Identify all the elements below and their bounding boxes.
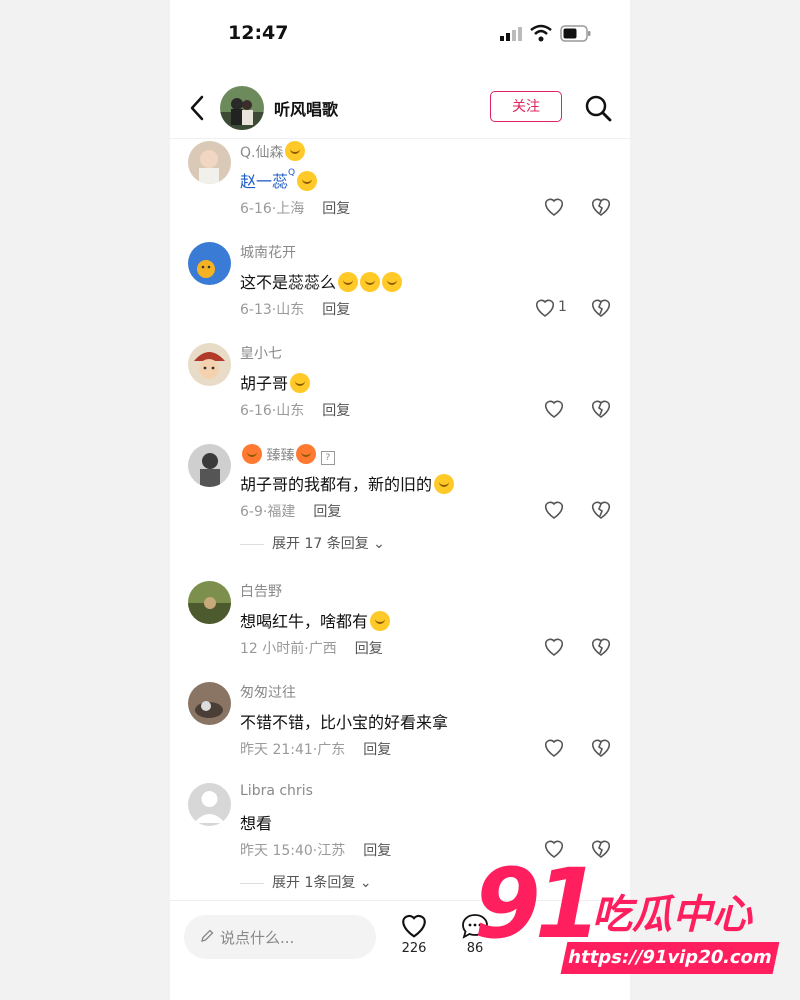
comment-text: 赵一蕊 bbox=[240, 172, 289, 191]
watermark-url: https://91vip20.com bbox=[560, 942, 780, 974]
comment-text: 想喝红牛，啥都有 bbox=[240, 612, 369, 631]
comment-list: Q.仙森 赵一蕊Q 6-16·上海 回复 城南花开 这不是蕊蕊么 6-13·山东回… bbox=[170, 138, 630, 900]
comment-input[interactable]: 说点什么... bbox=[184, 915, 376, 959]
emoji-icon bbox=[370, 611, 391, 631]
comment-date: 6-13 bbox=[240, 302, 272, 318]
comment-date: 12 小时前 bbox=[240, 641, 305, 657]
reply-button[interactable]: 回复 bbox=[322, 403, 350, 419]
heart-icon[interactable] bbox=[543, 738, 565, 758]
status-bar: 12:47 bbox=[170, 0, 630, 70]
emoji-icon bbox=[285, 141, 306, 161]
comment-date: 昨天 21:41 bbox=[240, 742, 313, 758]
comment-location: 江苏 bbox=[317, 843, 346, 859]
comment-location: 山东 bbox=[276, 302, 305, 318]
badge-icon: ? bbox=[320, 451, 335, 465]
like-button[interactable]: 226 bbox=[392, 913, 436, 956]
author-avatar[interactable] bbox=[220, 86, 264, 130]
avatar[interactable] bbox=[188, 783, 231, 826]
wifi-icon bbox=[530, 24, 552, 42]
watermark-title: 吃瓜中心 bbox=[592, 892, 752, 938]
status-time: 12:47 bbox=[228, 22, 289, 44]
broken-heart-icon[interactable] bbox=[590, 197, 612, 217]
comment-username[interactable]: Q.仙森 bbox=[240, 145, 283, 161]
broken-heart-icon[interactable] bbox=[590, 500, 612, 520]
watermark-logo: 91 bbox=[474, 848, 602, 960]
avatar[interactable] bbox=[188, 682, 231, 725]
chevron-down-icon: ⌄ bbox=[359, 875, 372, 891]
emoji-icon bbox=[338, 272, 359, 292]
heart-icon bbox=[402, 914, 426, 938]
reply-button[interactable]: 回复 bbox=[322, 302, 350, 318]
comment-username[interactable]: 臻臻 bbox=[266, 448, 294, 464]
like-count: 1 bbox=[558, 299, 567, 315]
profile-header: 听风唱歌 关注 bbox=[170, 80, 630, 139]
expand-replies-button[interactable]: 展开 17 条回复 ⌄ bbox=[240, 533, 385, 553]
heart-icon[interactable] bbox=[543, 197, 565, 217]
avatar[interactable] bbox=[188, 343, 231, 386]
broken-heart-icon[interactable] bbox=[590, 637, 612, 657]
author-name[interactable]: 听风唱歌 bbox=[274, 96, 338, 120]
heart-icon[interactable] bbox=[543, 637, 565, 657]
emoji-icon bbox=[360, 272, 381, 292]
site-watermark: 91 吃瓜中心 https://91vip20.com bbox=[474, 856, 786, 986]
comment-text: 胡子哥的我都有，新的旧的 bbox=[240, 475, 433, 494]
comment-username[interactable]: 白告野 bbox=[240, 581, 282, 601]
broken-heart-icon[interactable] bbox=[590, 399, 612, 419]
avatar[interactable] bbox=[188, 242, 231, 285]
heart-icon[interactable] bbox=[543, 500, 565, 520]
comment-username[interactable]: 皇小七 bbox=[240, 343, 282, 363]
comment-text: 想看 bbox=[240, 814, 273, 833]
battery-icon bbox=[560, 25, 591, 42]
emoji-icon bbox=[382, 272, 403, 292]
reply-button[interactable]: 回复 bbox=[363, 843, 391, 859]
comment-date: 6-16 bbox=[240, 201, 272, 217]
angry-emoji-icon bbox=[242, 444, 262, 464]
comment-text: 不错不错，比小宝的好看来拿 bbox=[240, 713, 449, 732]
comment-date: 昨天 15:40 bbox=[240, 843, 313, 859]
avatar[interactable] bbox=[188, 444, 231, 487]
pen-icon bbox=[201, 929, 214, 942]
reply-button[interactable]: 回复 bbox=[355, 641, 383, 657]
follow-button[interactable]: 关注 bbox=[490, 91, 562, 122]
broken-heart-icon[interactable] bbox=[590, 738, 612, 758]
comment-username[interactable]: 城南花开 bbox=[240, 242, 296, 262]
comment-username[interactable]: Libra chris bbox=[240, 783, 313, 799]
back-icon[interactable] bbox=[188, 94, 208, 122]
emoji-icon bbox=[297, 171, 318, 191]
reply-button[interactable]: 回复 bbox=[313, 504, 341, 520]
comment-location: 广东 bbox=[317, 742, 346, 758]
comment-location: 福建 bbox=[267, 504, 296, 520]
comment-location: 广西 bbox=[308, 641, 337, 657]
comment-username[interactable]: 匆匆过往 bbox=[240, 682, 296, 702]
input-placeholder: 说点什么... bbox=[220, 929, 295, 947]
comment-date: 6-16 bbox=[240, 403, 272, 419]
broken-heart-icon[interactable] bbox=[590, 298, 612, 318]
comment-text: 胡子哥 bbox=[240, 374, 289, 393]
emoji-icon bbox=[434, 474, 455, 494]
search-link-icon[interactable]: Q bbox=[288, 168, 295, 178]
heart-icon[interactable] bbox=[543, 399, 565, 419]
avatar[interactable] bbox=[188, 581, 231, 624]
avatar[interactable] bbox=[188, 141, 231, 184]
angry-emoji-icon bbox=[296, 444, 317, 464]
heart-icon[interactable] bbox=[534, 298, 556, 318]
search-icon[interactable] bbox=[584, 94, 612, 122]
signal-icon bbox=[500, 27, 522, 41]
emoji-icon bbox=[290, 373, 311, 393]
expand-replies-button[interactable]: 展开 1条回复 ⌄ bbox=[240, 872, 372, 892]
like-count: 226 bbox=[401, 941, 427, 956]
comment-location: 上海 bbox=[276, 201, 305, 217]
comment-text: 这不是蕊蕊么 bbox=[240, 273, 337, 292]
comment-date: 6-9 bbox=[240, 504, 263, 520]
reply-button[interactable]: 回复 bbox=[322, 201, 350, 217]
comment-location: 山东 bbox=[276, 403, 305, 419]
chevron-down-icon: ⌄ bbox=[373, 536, 385, 552]
reply-button[interactable]: 回复 bbox=[363, 742, 391, 758]
